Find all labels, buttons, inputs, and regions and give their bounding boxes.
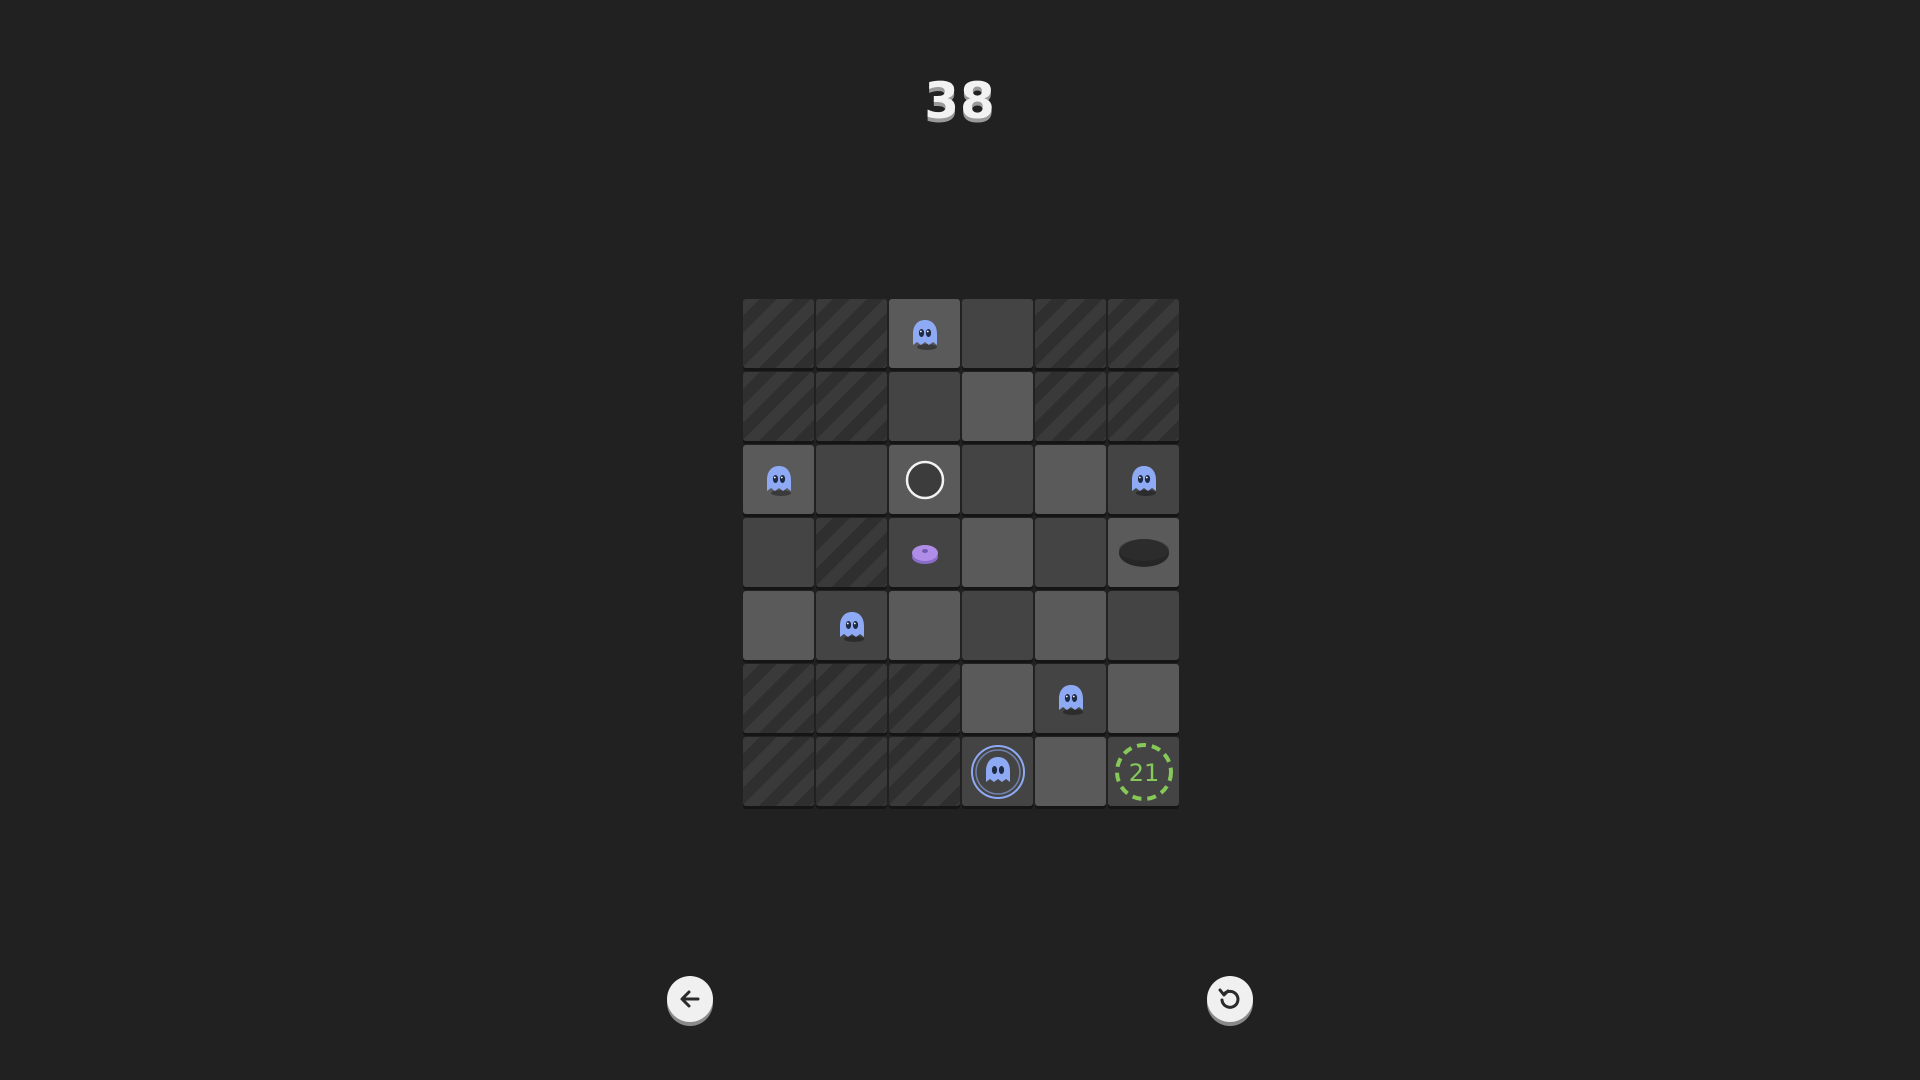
floor-tile[interactable] bbox=[962, 518, 1033, 587]
back-button[interactable] bbox=[667, 976, 713, 1022]
blocked-tile bbox=[889, 664, 960, 733]
blocked-tile bbox=[743, 299, 814, 368]
restart-button[interactable] bbox=[1207, 976, 1253, 1022]
floor-tile[interactable] bbox=[1035, 737, 1106, 806]
game-board: 21 bbox=[743, 299, 1181, 811]
restart-icon bbox=[1218, 988, 1240, 1009]
floor-tile[interactable] bbox=[1035, 664, 1106, 733]
floor-tile[interactable] bbox=[889, 445, 960, 514]
floor-tile[interactable] bbox=[962, 299, 1033, 368]
player-ghost-icon bbox=[962, 737, 1033, 806]
blocked-tile bbox=[816, 737, 887, 806]
floor-tile[interactable] bbox=[962, 372, 1033, 441]
floor-tile[interactable] bbox=[1035, 445, 1106, 514]
floor-tile[interactable] bbox=[743, 518, 814, 587]
coin-icon bbox=[889, 518, 960, 587]
floor-tile[interactable] bbox=[962, 737, 1033, 806]
blocked-tile bbox=[1108, 372, 1179, 441]
blocked-tile bbox=[1035, 372, 1106, 441]
floor-tile[interactable] bbox=[889, 518, 960, 587]
arrow-left-icon bbox=[680, 990, 700, 1008]
floor-tile[interactable] bbox=[889, 299, 960, 368]
blocked-tile bbox=[816, 299, 887, 368]
blocked-tile bbox=[743, 664, 814, 733]
ghost-icon bbox=[816, 591, 887, 660]
blocked-tile bbox=[816, 518, 887, 587]
floor-tile[interactable] bbox=[962, 664, 1033, 733]
blocked-tile bbox=[816, 664, 887, 733]
blocked-tile bbox=[816, 372, 887, 441]
floor-tile[interactable] bbox=[1108, 664, 1179, 733]
ghost-icon bbox=[889, 299, 960, 368]
hole-icon bbox=[1108, 518, 1179, 587]
blocked-tile bbox=[1108, 299, 1179, 368]
blocked-tile bbox=[889, 737, 960, 806]
blocked-tile bbox=[743, 737, 814, 806]
blocked-tile bbox=[743, 372, 814, 441]
floor-tile[interactable] bbox=[1108, 518, 1179, 587]
floor-tile[interactable] bbox=[816, 591, 887, 660]
floor-tile[interactable] bbox=[816, 445, 887, 514]
floor-tile[interactable] bbox=[962, 591, 1033, 660]
floor-tile[interactable] bbox=[889, 591, 960, 660]
floor-tile[interactable]: 21 bbox=[1108, 737, 1179, 806]
ring-target-icon bbox=[889, 445, 960, 514]
ghost-icon bbox=[1108, 445, 1179, 514]
level-number: 38 bbox=[924, 72, 996, 130]
blocked-tile bbox=[1035, 299, 1106, 368]
ghost-icon bbox=[1035, 664, 1106, 733]
floor-tile[interactable] bbox=[1035, 591, 1106, 660]
floor-tile[interactable] bbox=[962, 445, 1033, 514]
floor-tile[interactable] bbox=[889, 372, 960, 441]
goal-count: 21 bbox=[1128, 759, 1159, 787]
goal-icon: 21 bbox=[1108, 737, 1179, 806]
floor-tile[interactable] bbox=[743, 445, 814, 514]
floor-tile[interactable] bbox=[1108, 445, 1179, 514]
floor-tile[interactable] bbox=[743, 591, 814, 660]
floor-tile[interactable] bbox=[1108, 591, 1179, 660]
floor-tile[interactable] bbox=[1035, 518, 1106, 587]
ghost-icon bbox=[743, 445, 814, 514]
